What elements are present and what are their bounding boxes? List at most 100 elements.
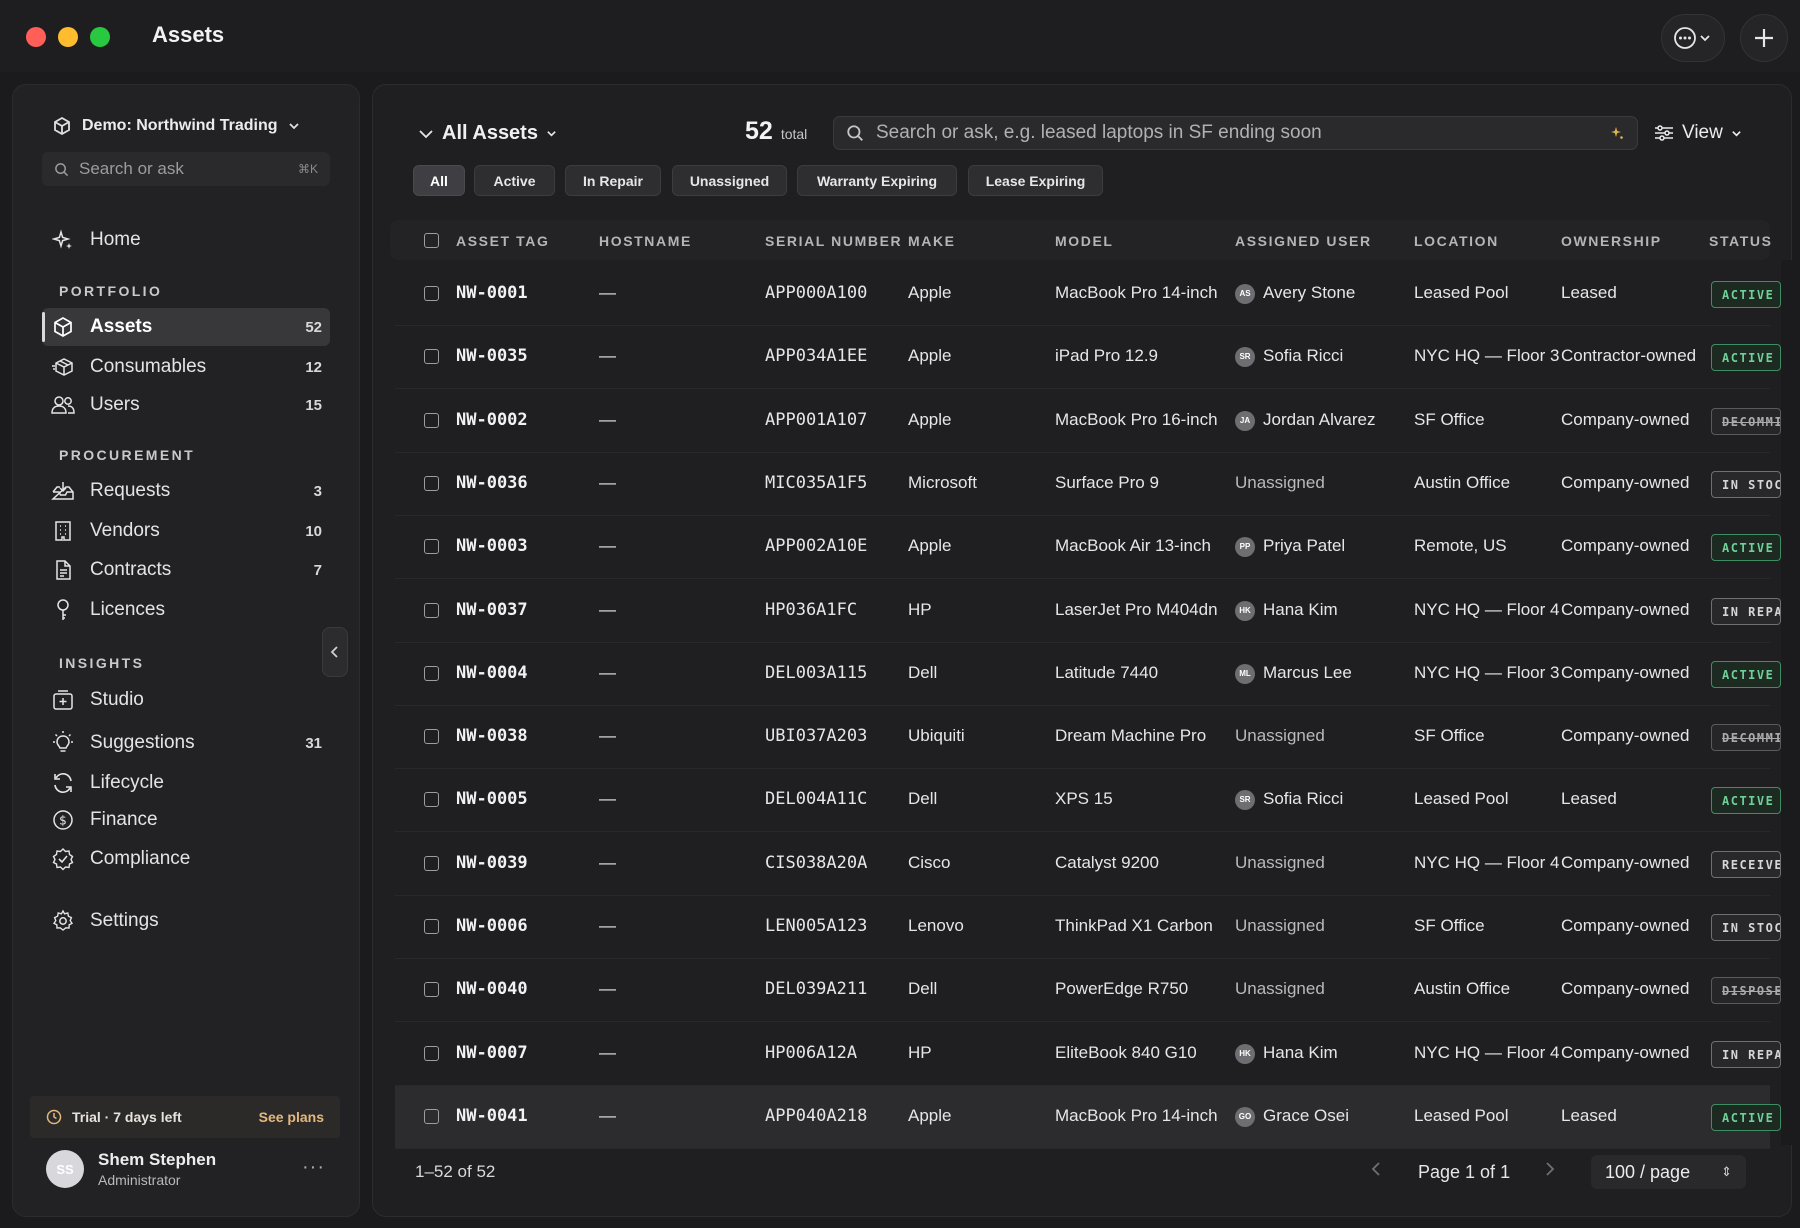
row-checkbox[interactable] <box>424 919 439 934</box>
serial-number-cell: APP000A100 <box>765 283 868 303</box>
asset-tag-link[interactable]: NW-0040 <box>456 979 528 999</box>
make-cell: HP <box>908 600 932 619</box>
column-header-model[interactable]: MODEL <box>1055 233 1114 249</box>
minimize-window-button[interactable] <box>58 27 78 47</box>
sidebar-item-label: Vendors <box>90 520 160 541</box>
filter-chip-active[interactable]: Active <box>474 165 555 196</box>
row-checkbox[interactable] <box>424 729 439 744</box>
org-switcher[interactable]: Demo: Northwind Trading <box>52 116 300 136</box>
section-insights: INSIGHTS <box>59 655 145 671</box>
column-header-make[interactable]: MAKE <box>908 233 956 249</box>
sidebar-item-requests[interactable]: Requests 3 <box>42 472 330 510</box>
assigned-user-name: Marcus Lee <box>1263 663 1352 682</box>
row-checkbox[interactable] <box>424 666 439 681</box>
asset-tag-link[interactable]: NW-0001 <box>456 283 528 303</box>
sidebar-item-licences[interactable]: Licences <box>42 591 330 629</box>
sidebar-item-home[interactable]: Home <box>42 221 330 259</box>
row-checkbox[interactable] <box>424 1109 439 1124</box>
row-checkbox[interactable] <box>424 349 439 364</box>
asset-tag-link[interactable]: NW-0037 <box>456 600 528 620</box>
sidebar-item-contracts[interactable]: Contracts 7 <box>42 551 330 589</box>
sidebar-item-assets[interactable]: Assets 52 <box>42 308 330 346</box>
assigned-user-name: Hana Kim <box>1263 1043 1338 1062</box>
asset-tag-link[interactable]: NW-0005 <box>456 789 528 809</box>
filter-chip-in-repair[interactable]: In Repair <box>565 165 661 196</box>
asset-tag-link[interactable]: NW-0004 <box>456 663 528 683</box>
asset-tag-link[interactable]: NW-0003 <box>456 536 528 556</box>
users-icon <box>48 390 78 420</box>
column-header-asset-tag[interactable]: ASSET TAG <box>456 233 549 249</box>
row-checkbox[interactable] <box>424 539 439 554</box>
asset-tag-link[interactable]: NW-0036 <box>456 473 528 493</box>
see-plans-link[interactable]: See plans <box>259 1109 324 1125</box>
column-header-ownership[interactable]: OWNERSHIP <box>1561 233 1662 249</box>
more-options-button[interactable] <box>1661 14 1725 62</box>
row-checkbox[interactable] <box>424 603 439 618</box>
asset-tag-link[interactable]: NW-0041 <box>456 1106 528 1126</box>
make-cell: Apple <box>908 283 952 302</box>
view-options-button[interactable]: View <box>1654 122 1742 144</box>
sidebar-item-label: Assets <box>90 316 153 337</box>
chevron-right-icon <box>1546 1162 1555 1176</box>
badge-check-icon <box>48 844 78 874</box>
make-cell: HP <box>908 1043 932 1062</box>
column-header-location[interactable]: LOCATION <box>1414 233 1499 249</box>
filter-chip-warranty-expiring[interactable]: Warranty Expiring <box>797 165 957 196</box>
asset-tag-link[interactable]: NW-0007 <box>456 1043 528 1063</box>
ownership-cell: Contractor-owned <box>1561 346 1697 365</box>
filter-chip-unassigned[interactable]: Unassigned <box>672 165 787 196</box>
column-header-assigned-user[interactable]: ASSIGNED USER <box>1235 233 1372 249</box>
row-checkbox[interactable] <box>424 413 439 428</box>
asset-tag-link[interactable]: NW-0002 <box>456 410 528 430</box>
user-menu-button[interactable]: ··· <box>302 1156 325 1179</box>
sidebar-item-finance[interactable]: $ Finance <box>42 801 330 839</box>
column-header-status[interactable]: STATUS <box>1709 233 1771 249</box>
asset-tag-link[interactable]: NW-0006 <box>456 916 528 936</box>
make-cell: Dell <box>908 663 938 682</box>
chevron-down-icon <box>547 131 556 137</box>
sidebar-item-count: 31 <box>305 734 322 752</box>
column-header-hostname[interactable]: HOSTNAME <box>599 233 692 249</box>
view-switcher[interactable]: All Assets <box>418 122 557 145</box>
row-checkbox[interactable] <box>424 1046 439 1061</box>
search-input[interactable]: Search or ask, e.g. leased laptops in SF… <box>833 116 1638 150</box>
user-profile[interactable]: SS Shem Stephen Administrator <box>46 1150 216 1188</box>
serial-number-cell: APP040A218 <box>765 1106 868 1126</box>
ownership-cell: Company-owned <box>1561 473 1690 492</box>
location-cell: Remote, US <box>1414 536 1507 555</box>
sidebar-item-studio[interactable]: Studio <box>42 681 330 719</box>
sidebar-item-settings[interactable]: Settings <box>42 902 330 940</box>
next-page-button[interactable] <box>1544 1160 1556 1183</box>
add-button[interactable] <box>1740 14 1788 62</box>
column-header-serial-number[interactable]: SERIAL NUMBER <box>765 233 902 249</box>
collapse-sidebar-button[interactable] <box>322 627 348 677</box>
filter-chip-all[interactable]: All <box>413 165 465 196</box>
row-checkbox[interactable] <box>424 792 439 807</box>
asset-tag-link[interactable]: NW-0039 <box>456 853 528 873</box>
filter-chip-lease-expiring[interactable]: Lease Expiring <box>968 165 1103 196</box>
asset-tag-link[interactable]: NW-0038 <box>456 726 528 746</box>
per-page-select[interactable]: 100 / page ⇕ <box>1591 1155 1746 1189</box>
model-cell: Catalyst 9200 <box>1055 853 1159 872</box>
row-checkbox[interactable] <box>424 856 439 871</box>
close-window-button[interactable] <box>26 27 46 47</box>
assigned-user-name: Avery Stone <box>1263 283 1356 302</box>
ownership-cell: Company-owned <box>1561 600 1690 619</box>
assigned-user-cell: SR Sofia Ricci <box>1235 346 1343 367</box>
sidebar-search-input[interactable]: Search or ask ⌘K <box>42 152 330 186</box>
serial-number-cell: UBI037A203 <box>765 726 868 746</box>
sidebar-item-suggestions[interactable]: Suggestions 31 <box>42 724 330 762</box>
sidebar-item-consumables[interactable]: Consumables 12 <box>42 348 330 386</box>
avatar: SR <box>1235 346 1255 367</box>
sidebar-item-compliance[interactable]: Compliance <box>42 840 330 878</box>
row-checkbox[interactable] <box>424 286 439 301</box>
prev-page-button[interactable] <box>1370 1160 1382 1183</box>
sidebar-item-users[interactable]: Users 15 <box>42 386 330 424</box>
select-all-checkbox[interactable] <box>424 233 439 248</box>
asset-tag-link[interactable]: NW-0035 <box>456 346 528 366</box>
row-checkbox[interactable] <box>424 982 439 997</box>
row-checkbox[interactable] <box>424 476 439 491</box>
zoom-window-button[interactable] <box>90 27 110 47</box>
sidebar-item-lifecycle[interactable]: Lifecycle <box>42 764 330 802</box>
sidebar-item-vendors[interactable]: Vendors 10 <box>42 512 330 550</box>
